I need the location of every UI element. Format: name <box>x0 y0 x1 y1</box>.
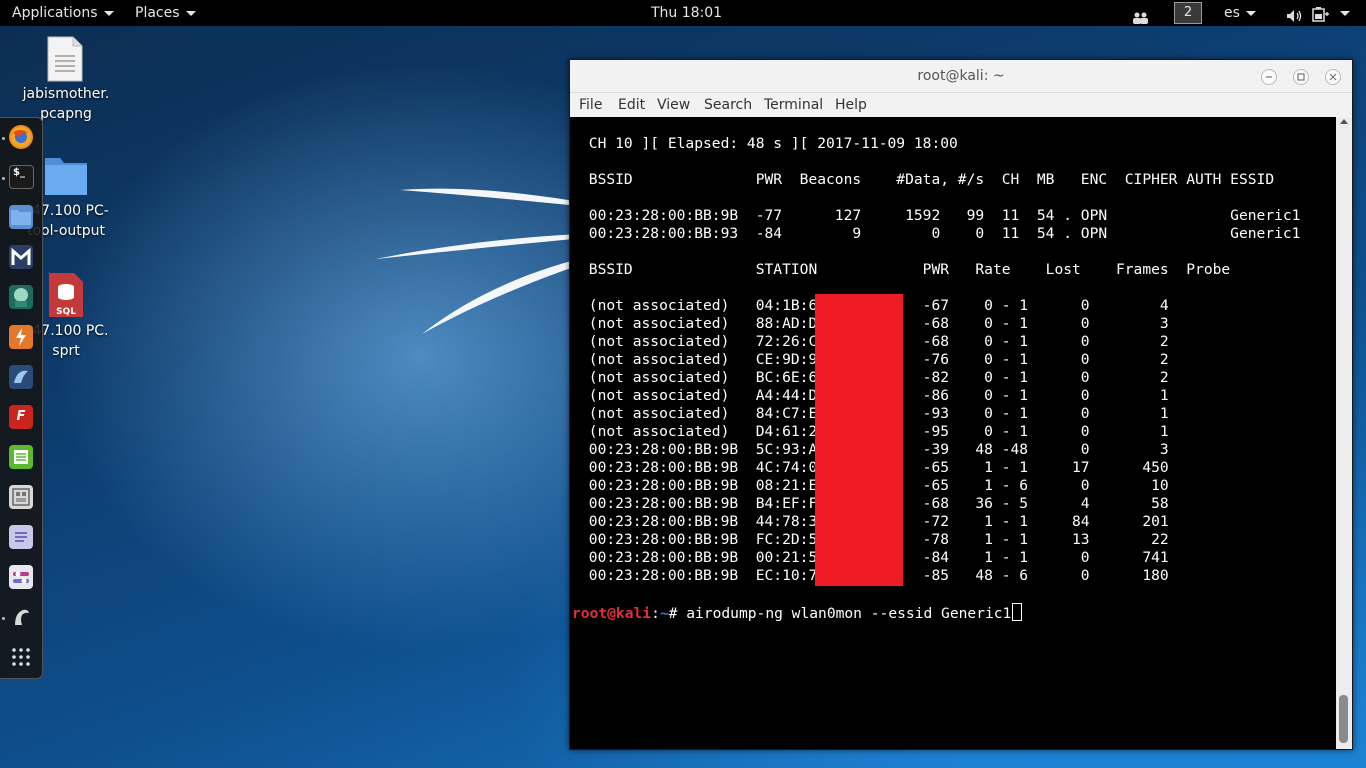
files-icon[interactable] <box>9 205 33 229</box>
terminal-output[interactable]: CH 10 ][ Elapsed: 48 s ][ 2017-11-09 18:… <box>570 117 1336 749</box>
sql-icon: SQL <box>48 272 84 318</box>
menu-edit[interactable]: Edit <box>618 93 645 117</box>
command-prompt-line[interactable]: root@kali:~# airodump-ng wlan0mon --essi… <box>572 603 1023 622</box>
maximize-icon <box>1297 73 1305 81</box>
prompt-user: root@kali <box>572 605 652 622</box>
beef-icon[interactable] <box>9 365 33 389</box>
chevron-down-icon <box>1245 10 1256 16</box>
ap-row: 00:23:28:00:BB:93 -84 9 0 0 11 54 . OPN … <box>580 225 1301 242</box>
scroll-up-icon[interactable] <box>1340 119 1348 124</box>
terminal-menubar: File Edit View Search Terminal Help <box>570 93 1352 117</box>
window-title: root@kali: ~ <box>917 68 1005 84</box>
prompt-hash: # <box>668 605 687 622</box>
station-table-header: BSSID STATION PWR Rate Lost Frames Probe <box>580 261 1231 278</box>
prompt-separator: : <box>651 605 660 622</box>
running-indicator <box>2 617 5 620</box>
ap-row: 00:23:28:00:BB:9B -77 127 1592 99 11 54 … <box>580 207 1301 224</box>
maximize-button[interactable] <box>1293 69 1309 85</box>
running-indicator <box>2 137 5 140</box>
show-apps-icon[interactable] <box>9 645 33 669</box>
ap-table-header: BSSID PWR Beacons #Data, #/s CH MB ENC C… <box>580 171 1275 188</box>
burpsuite-icon[interactable] <box>9 325 33 349</box>
places-label: Places <box>135 5 180 21</box>
firefox-icon[interactable] <box>9 125 33 149</box>
menu-terminal[interactable]: Terminal <box>764 93 823 117</box>
applications-label: Applications <box>12 5 98 21</box>
clock[interactable]: Thu 18:01 <box>651 0 722 26</box>
terminal-window[interactable]: root@kali: ~ File Edit View Search Termi… <box>569 59 1353 750</box>
text-editor-icon[interactable] <box>9 525 33 549</box>
folder-icon <box>44 154 88 196</box>
terminal-titlebar[interactable]: root@kali: ~ <box>570 60 1352 93</box>
close-icon <box>1329 73 1337 81</box>
document-icon <box>47 36 83 82</box>
terminal-scrollbar[interactable] <box>1336 117 1352 749</box>
menu-search[interactable]: Search <box>704 93 752 117</box>
armitage-icon[interactable] <box>9 285 33 309</box>
redaction-box <box>815 294 903 586</box>
system-menu[interactable] <box>1334 0 1350 26</box>
chevron-down-icon <box>185 10 196 16</box>
command-input[interactable]: airodump-ng wlan0mon --essid Generic1 <box>686 605 1011 622</box>
battery-icon[interactable] <box>1312 5 1332 22</box>
keyboard-layout-menu[interactable]: es <box>1224 0 1256 26</box>
people-icon[interactable] <box>1132 7 1150 24</box>
leafpad-icon[interactable] <box>9 445 33 469</box>
chevron-down-icon <box>1340 10 1350 16</box>
volume-icon[interactable] <box>1286 6 1304 22</box>
menu-help[interactable]: Help <box>835 93 867 117</box>
faraday-icon[interactable]: F <box>9 405 33 429</box>
menu-file[interactable]: File <box>579 93 602 117</box>
menu-view[interactable]: View <box>657 93 690 117</box>
airodump-status-line: CH 10 ][ Elapsed: 48 s ][ 2017-11-09 18:… <box>580 135 958 152</box>
minimize-icon <box>1266 76 1272 78</box>
minimize-button[interactable] <box>1261 69 1277 85</box>
prompt-path: ~ <box>659 605 669 622</box>
running-indicator <box>2 177 5 180</box>
metasploit-icon[interactable] <box>9 245 33 269</box>
kali-icon[interactable] <box>9 605 33 629</box>
workspace-indicator[interactable]: 2 <box>1174 2 1202 24</box>
top-panel: Applications Places Thu 18:01 2 es <box>0 0 1366 26</box>
keyboard-layout-label: es <box>1224 5 1240 21</box>
places-menu[interactable]: Places <box>135 0 196 26</box>
cutycapt-icon[interactable] <box>9 485 33 509</box>
applications-menu[interactable]: Applications <box>12 0 114 26</box>
terminal-icon[interactable]: $_ <box>9 165 34 189</box>
chevron-down-icon <box>103 10 114 16</box>
close-button[interactable] <box>1325 69 1341 85</box>
dock: $_ F <box>0 117 43 679</box>
svg-text:SQL: SQL <box>56 307 76 317</box>
scrollbar-thumb[interactable] <box>1339 695 1348 743</box>
settings-icon[interactable] <box>9 565 33 589</box>
text-cursor <box>1012 603 1023 621</box>
